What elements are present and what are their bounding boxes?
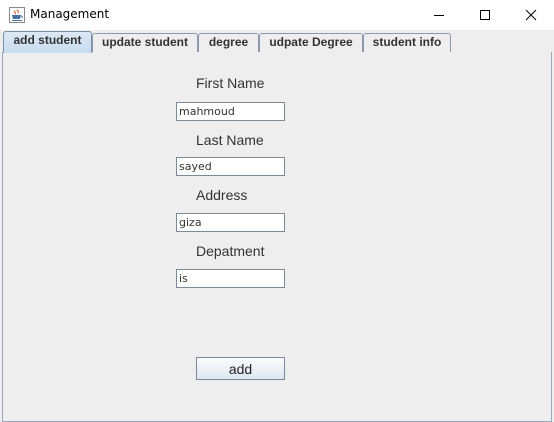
title-bar[interactable]: Management	[0, 0, 554, 30]
address-label: Address	[196, 187, 248, 203]
minimize-button[interactable]	[416, 0, 462, 30]
tab-degree[interactable]: degree	[198, 33, 259, 52]
close-button[interactable]	[508, 0, 554, 30]
app-window: Management add student update student de…	[0, 0, 554, 422]
tab-label: student info	[372, 35, 442, 49]
tab-label: update student	[102, 35, 188, 49]
window-title: Management	[30, 7, 110, 21]
address-field[interactable]	[176, 213, 285, 232]
department-field[interactable]	[176, 269, 285, 288]
first-name-field[interactable]	[176, 102, 285, 121]
tab-strip: add student update student degree udpate…	[0, 30, 554, 53]
minimize-icon	[433, 6, 445, 25]
department-label: Depatment	[196, 243, 265, 259]
tab-update-student[interactable]: update student	[92, 33, 198, 52]
maximize-icon	[479, 6, 491, 25]
last-name-field[interactable]	[176, 157, 285, 176]
tab-add-student[interactable]: add student	[3, 31, 92, 53]
close-icon	[525, 6, 537, 25]
first-name-label: First Name	[196, 75, 265, 91]
add-button[interactable]: add	[196, 357, 285, 380]
tab-label: udpate Degree	[269, 35, 353, 49]
java-cup-icon	[9, 7, 25, 23]
tab-label: add student	[13, 33, 82, 47]
tab-label: degree	[208, 35, 249, 49]
maximize-button[interactable]	[462, 0, 508, 30]
last-name-label: Last Name	[196, 132, 264, 148]
tab-udpate-degree[interactable]: udpate Degree	[259, 33, 363, 52]
tab-student-info[interactable]: student info	[363, 33, 451, 52]
